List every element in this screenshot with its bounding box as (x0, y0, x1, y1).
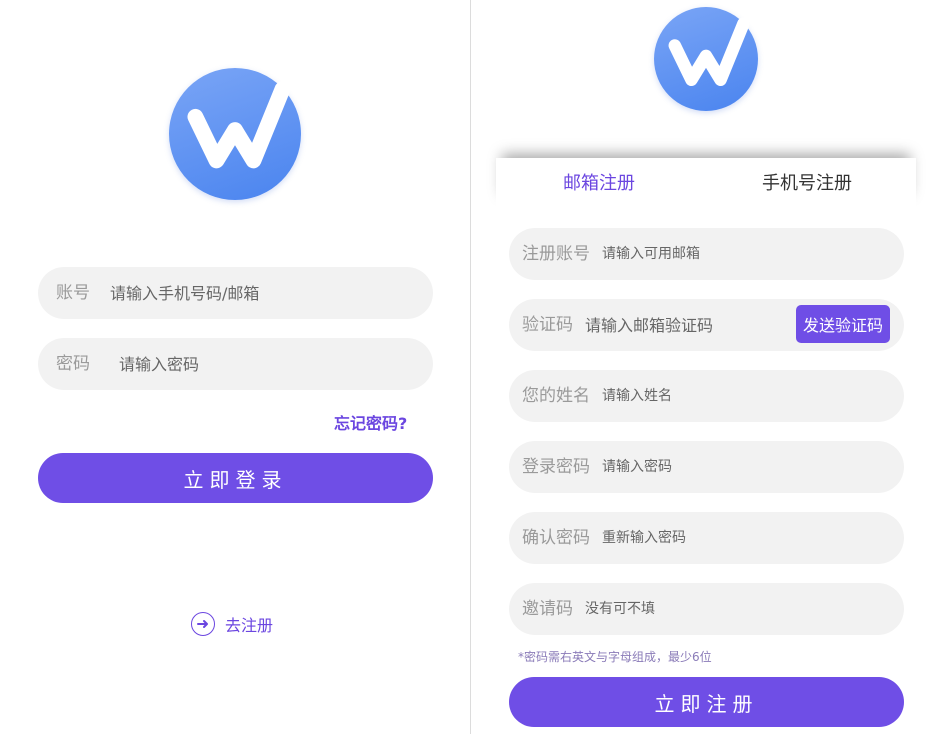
name-field: 您的姓名 (509, 370, 904, 422)
tab-phone-register[interactable]: 手机号注册 (762, 158, 852, 210)
invite-code-input[interactable] (585, 583, 885, 635)
forgot-password-link[interactable]: 忘记密码? (334, 410, 407, 434)
invite-code-label: 邀请码 (522, 599, 573, 619)
confirm-password-input[interactable] (602, 512, 892, 564)
name-input[interactable] (602, 370, 892, 422)
invite-code-field: 邀请码 (509, 583, 904, 635)
account-input[interactable] (110, 267, 410, 319)
register-account-field: 注册账号 (509, 228, 904, 280)
account-field: 账号 (38, 267, 433, 319)
verify-code-field: 验证码 发送验证码 (509, 299, 904, 351)
login-password-field: 登录密码 (509, 441, 904, 493)
verify-code-label: 验证码 (522, 315, 573, 335)
register-account-input[interactable] (602, 228, 892, 280)
login-panel: 账号 密码 忘记密码? 立即登录 去注册 (0, 0, 470, 734)
login-password-input[interactable] (602, 441, 892, 493)
register-account-label: 注册账号 (522, 244, 590, 264)
password-hint: *密码需右英文与字母组成，最少6位 (518, 650, 712, 664)
goto-register-link[interactable]: 去注册 (191, 610, 273, 638)
verify-code-input[interactable] (585, 299, 785, 351)
register-panel: 邮箱注册 手机号注册 注册账号 验证码 发送验证码 您的姓名 登录密码 确认密码… (471, 0, 942, 734)
password-label: 密码 (56, 354, 90, 374)
register-button[interactable]: 立即注册 (509, 677, 904, 727)
register-tabs: 邮箱注册 手机号注册 (496, 158, 916, 210)
w-logo-icon (654, 7, 758, 111)
account-label: 账号 (56, 283, 90, 303)
name-label: 您的姓名 (522, 386, 590, 406)
login-password-label: 登录密码 (522, 457, 590, 477)
confirm-password-label: 确认密码 (522, 528, 590, 548)
w-logo-icon (169, 68, 301, 200)
password-input[interactable] (119, 338, 409, 390)
goto-register-label: 去注册 (225, 616, 274, 635)
confirm-password-field: 确认密码 (509, 512, 904, 564)
tab-email-register[interactable]: 邮箱注册 (563, 158, 635, 210)
circle-arrow-right-icon (191, 612, 215, 636)
w-logo-glyph (187, 81, 291, 169)
password-field: 密码 (38, 338, 433, 390)
login-button[interactable]: 立即登录 (38, 453, 433, 503)
send-code-button[interactable]: 发送验证码 (795, 305, 890, 343)
w-logo-glyph (668, 17, 750, 87)
